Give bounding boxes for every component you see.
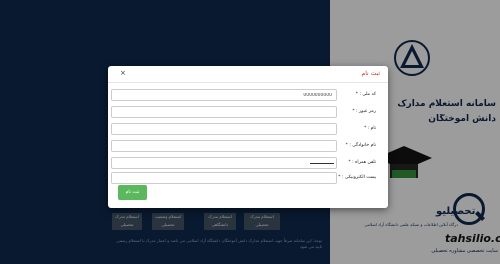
national-code-label: کد ملی : * — [355, 92, 376, 97]
register-modal: ثبت نام × کد ملی : * رمز عبور : * نام : … — [108, 66, 388, 208]
first-name-input[interactable] — [111, 123, 337, 135]
modal-title: ثبت نام — [361, 70, 381, 77]
password-input[interactable] — [111, 106, 337, 118]
form-row-first-name: نام : * — [108, 123, 388, 135]
email-input[interactable] — [111, 172, 337, 184]
form-row-email: پست الکترونیکی : * — [108, 172, 388, 184]
mobile-label: تلفن همراه : * — [348, 160, 376, 165]
password-label: رمز عبور : * — [352, 109, 376, 114]
form-row-password: رمز عبور : * — [108, 106, 388, 118]
form-row-mobile: تلفن همراه : * — [108, 157, 388, 169]
last-name-label: نام خانوادگی : * — [345, 143, 376, 148]
mobile-input-mask — [310, 163, 334, 164]
national-code-input[interactable] — [111, 89, 337, 101]
last-name-input[interactable] — [111, 140, 337, 152]
form-row-last-name: نام خانوادگی : * — [108, 140, 388, 152]
register-submit-button[interactable]: ثبت نام — [118, 185, 147, 200]
form-row-national-code: کد ملی : * — [108, 89, 388, 101]
mobile-input[interactable] — [111, 157, 337, 169]
email-label: پست الکترونیکی : * — [338, 175, 376, 180]
first-name-label: نام : * — [363, 126, 376, 131]
close-button[interactable]: × — [120, 68, 126, 78]
modal-header: ثبت نام × — [108, 66, 388, 83]
